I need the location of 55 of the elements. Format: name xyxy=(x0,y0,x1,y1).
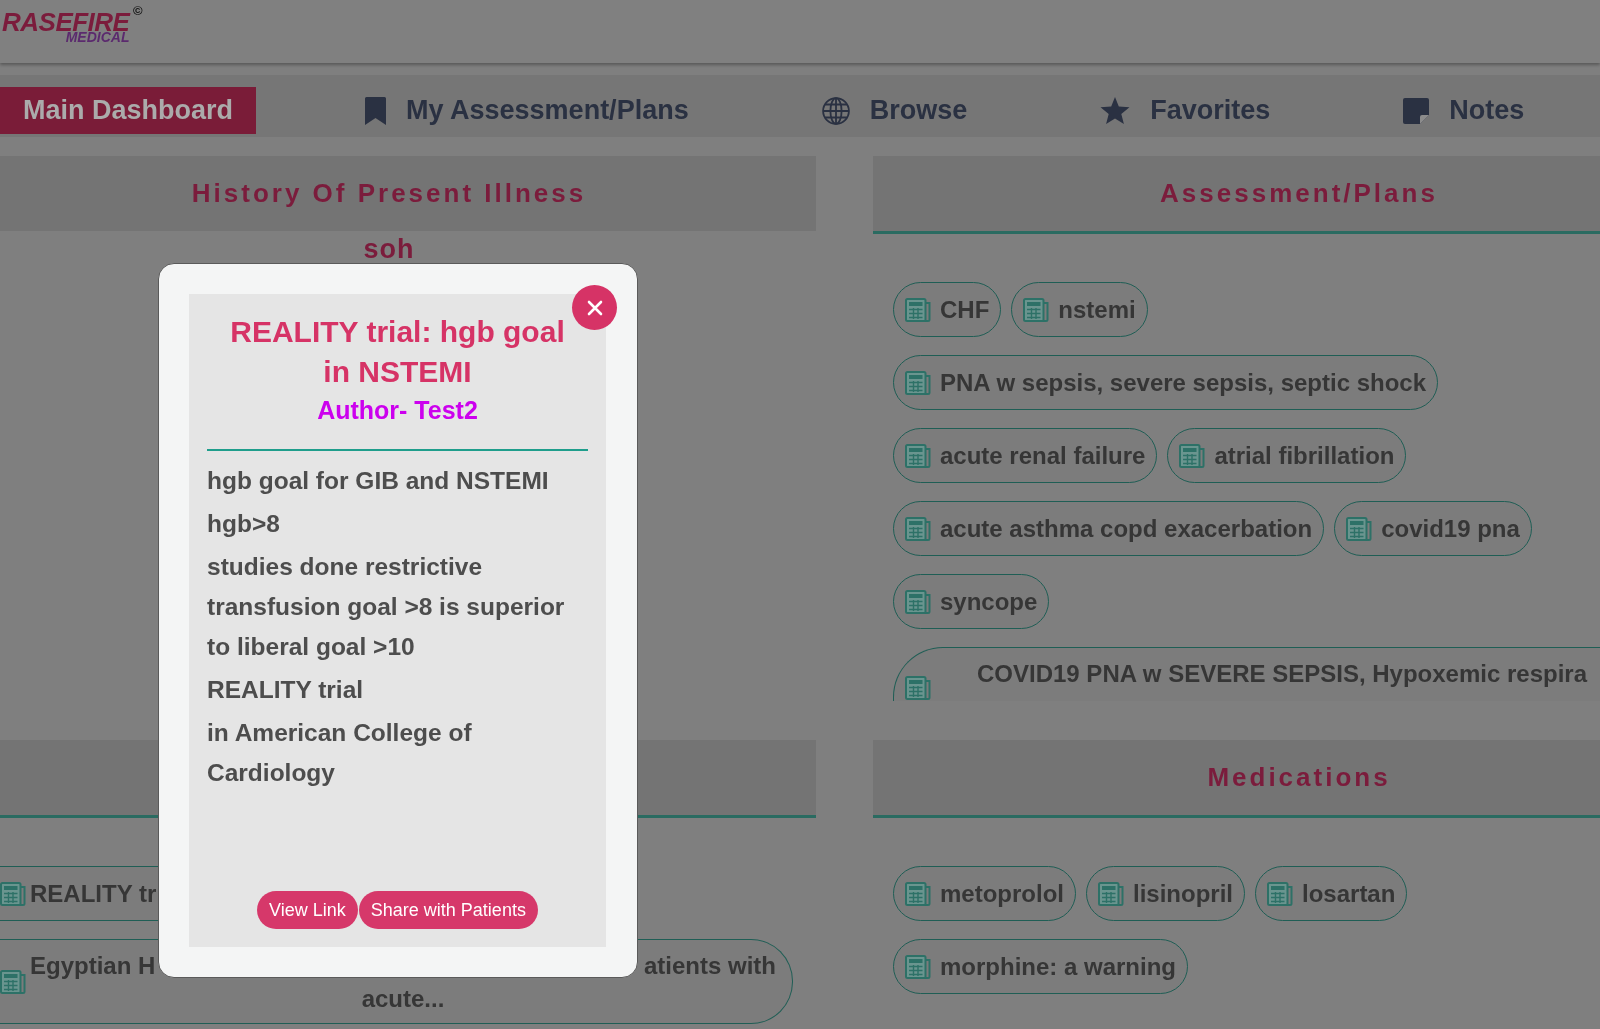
copyright-mark: © xyxy=(133,4,143,17)
nav-tab[interactable]: Favorites xyxy=(1080,87,1291,134)
topic-chip[interactable]: lisinopril xyxy=(1086,866,1245,921)
body-text: hgb goal for GIB and NSTEMI xyxy=(207,466,550,496)
topic-chip[interactable]: losartan xyxy=(1255,866,1408,921)
document-icon xyxy=(1098,881,1124,906)
topic-chip[interactable]: PNA w sepsis, severe sepsis, septic shock xyxy=(893,355,1439,410)
topic-chip[interactable]: atrial fibrillation xyxy=(1167,428,1407,483)
globe-icon xyxy=(821,96,850,125)
topic-chip[interactable]: morphine: a warning xyxy=(893,939,1188,994)
document-icon xyxy=(905,589,931,614)
document-icon xyxy=(1346,516,1373,541)
view-link-button[interactable]: View Link xyxy=(257,891,358,929)
topic-chip[interactable]: metoprolol xyxy=(893,866,1076,921)
body-text: hgb>8 xyxy=(207,509,281,539)
document-icon xyxy=(905,370,931,395)
body-text: REALITY trial xyxy=(207,675,365,705)
star-icon xyxy=(1100,97,1131,124)
section-header: History Of Present Illness xyxy=(0,156,816,231)
topic-chip[interactable]: nstemi xyxy=(1011,282,1148,337)
body-text: in American College of Cardiology xyxy=(207,718,473,788)
nav-tab[interactable]: Notes xyxy=(1383,87,1545,134)
document-icon xyxy=(1023,297,1050,322)
dialog-title: REALITY trial: hgb goal in NSTEMI xyxy=(229,314,566,390)
nav-tab[interactable]: Main Dashboard xyxy=(0,87,257,134)
document-icon xyxy=(905,676,931,700)
logo-wordmark: RASEFIRE xyxy=(2,11,130,33)
nav-tab[interactable]: Browse xyxy=(801,87,988,134)
nav-tab[interactable]: My Assessment/Plans xyxy=(345,87,709,134)
section-header: Medications xyxy=(873,740,1600,818)
topic-chip[interactable]: syncope xyxy=(893,574,1050,629)
document-icon xyxy=(905,954,931,979)
document-icon xyxy=(905,516,931,541)
document-icon xyxy=(905,881,931,906)
section-header: Assessment/Plans xyxy=(873,156,1600,234)
bookmark-icon xyxy=(365,96,387,125)
share-button[interactable]: Share with Patients xyxy=(358,891,538,929)
hpi-text: soh xyxy=(363,235,415,263)
logo-subtitle: MEDICAL xyxy=(65,31,130,43)
sticky-note-icon xyxy=(1403,97,1430,124)
document-icon xyxy=(0,881,26,906)
document-icon xyxy=(0,969,26,994)
close-button[interactable] xyxy=(572,285,617,330)
author-line: Author- Test2 xyxy=(316,395,479,426)
document-icon xyxy=(905,443,931,468)
topic-chip[interactable]: covid19 pna xyxy=(1334,501,1532,556)
document-icon xyxy=(905,297,931,322)
close-icon xyxy=(586,299,603,316)
topic-chip[interactable]: COVID19 PNA w SEVERE SEPSIS, Hypoxemic respira xyxy=(893,647,1600,701)
topic-chip[interactable]: acute asthma copd exacerbation xyxy=(893,501,1325,556)
body-text: studies done restrictive transfusion goal >8 is superior to liberal goal >10 xyxy=(207,552,566,662)
document-icon xyxy=(1179,443,1206,468)
topic-chip[interactable]: CHF xyxy=(893,282,1002,337)
topic-chip[interactable]: acute renal failure xyxy=(893,428,1158,483)
document-icon xyxy=(1267,881,1293,906)
